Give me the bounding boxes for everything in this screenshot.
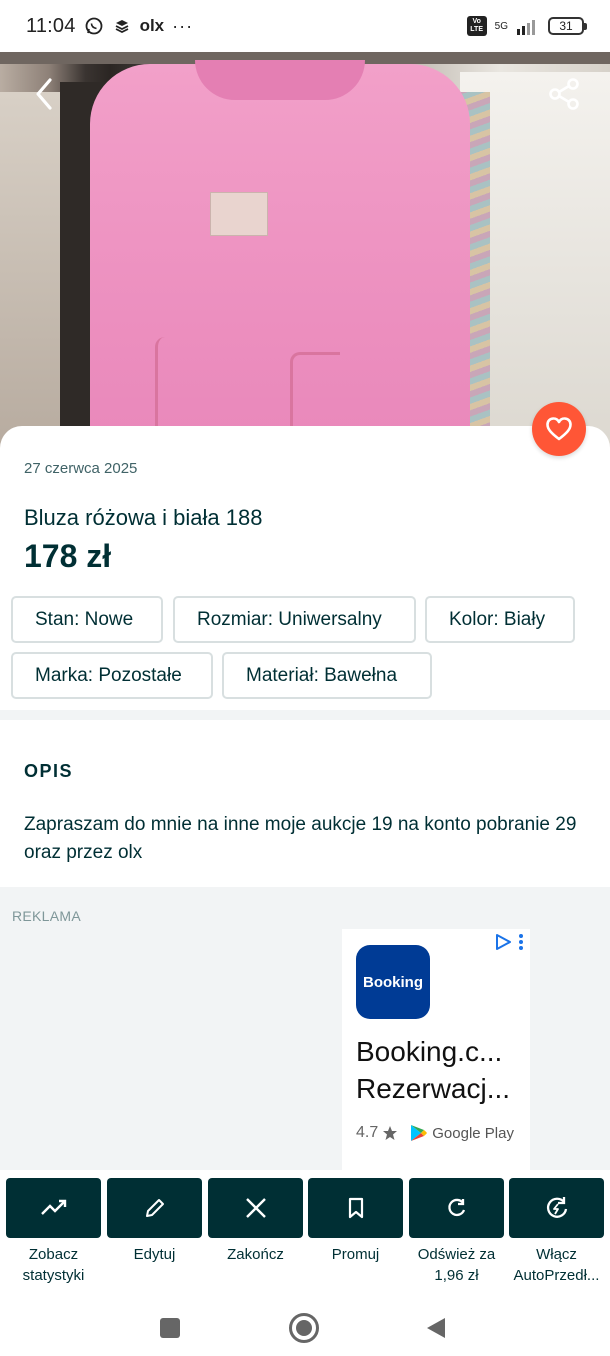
promote-label: Promuj bbox=[331, 1246, 380, 1263]
refresh-button[interactable] bbox=[409, 1178, 504, 1238]
auto-renew-action[interactable]: Włącz AutoPrzedł... bbox=[509, 1178, 604, 1286]
home-button[interactable] bbox=[282, 1306, 326, 1350]
param-chip-size: Rozmiar: Uniwersalny bbox=[173, 596, 416, 643]
auto-renew-label-line: AutoPrzedł... bbox=[513, 1267, 600, 1284]
ad-section: REKLAMA Booking Booking.c... Rezerwacj..… bbox=[0, 887, 610, 1177]
adchoices-play-icon[interactable] bbox=[494, 933, 512, 951]
edit-button[interactable] bbox=[107, 1178, 202, 1238]
share-button[interactable] bbox=[544, 74, 584, 114]
system-nav-bar bbox=[0, 1300, 610, 1356]
param-chip-condition: Stan: Nowe bbox=[11, 596, 163, 643]
param-chip-brand: Marka: Pozostałe bbox=[11, 652, 213, 699]
star-icon bbox=[383, 1126, 398, 1140]
ad-title-line: Booking.c... bbox=[356, 1036, 503, 1067]
ad-store-name: Google Play bbox=[432, 1124, 514, 1142]
listing-price: 178 zł bbox=[24, 538, 112, 574]
close-icon bbox=[245, 1198, 266, 1218]
refresh-label: Odśwież za 1,96 zł bbox=[409, 1244, 504, 1286]
recents-button[interactable] bbox=[148, 1306, 192, 1350]
finish-label: Zakończ bbox=[227, 1246, 284, 1263]
trending-up-icon bbox=[40, 1199, 66, 1215]
network-type: 5G bbox=[494, 20, 508, 32]
auto-renew-button[interactable] bbox=[509, 1178, 604, 1238]
google-play-icon bbox=[411, 1125, 427, 1141]
back-button[interactable] bbox=[24, 74, 64, 114]
ad-rating: 4.7 Google Play bbox=[356, 1123, 514, 1143]
photo-sweater-patch bbox=[210, 192, 268, 236]
volte-icon: Vo LTE bbox=[466, 16, 487, 36]
photo-sweater bbox=[90, 64, 470, 452]
square-icon bbox=[160, 1318, 180, 1338]
favorite-button[interactable] bbox=[532, 402, 586, 456]
listing-date: 27 czerwca 2025 bbox=[24, 460, 138, 477]
promote-action[interactable]: Promuj bbox=[308, 1178, 403, 1265]
pencil-icon bbox=[145, 1199, 164, 1217]
ad-title[interactable]: Booking.c... Rezerwacj... bbox=[356, 1033, 526, 1107]
more-dots-icon: ··· bbox=[172, 15, 194, 36]
triangle-back-icon bbox=[427, 1318, 445, 1338]
param-chip-color: Kolor: Biały bbox=[425, 596, 575, 643]
share-icon bbox=[549, 78, 579, 110]
ad-label: REKLAMA bbox=[12, 908, 82, 924]
ad-rating-value: 4.7 bbox=[356, 1124, 379, 1141]
home-circle-icon bbox=[289, 1313, 319, 1343]
auto-renew-label-line: Włącz bbox=[536, 1246, 577, 1263]
ad-menu-dots-icon[interactable] bbox=[518, 933, 524, 951]
status-notification-icons: olx ··· bbox=[84, 16, 194, 37]
status-bar: 11:04 olx ··· Vo LTE 5G 31 bbox=[0, 0, 610, 52]
stats-label: Zobacz statystyki bbox=[6, 1244, 101, 1286]
auto-refresh-icon bbox=[546, 1197, 567, 1218]
finish-action[interactable]: Zakończ bbox=[208, 1178, 303, 1265]
stats-label-line: Zobacz bbox=[28, 1246, 79, 1263]
listing-actions-bar: Zobacz statystyki Edytuj Zakończ Promuj … bbox=[0, 1170, 610, 1300]
whatsapp-icon bbox=[85, 17, 102, 35]
stats-action[interactable]: Zobacz statystyki bbox=[6, 1178, 101, 1286]
edit-label: Edytuj bbox=[133, 1246, 176, 1263]
battery-icon: 31 bbox=[548, 17, 587, 35]
status-time: 11:04 bbox=[26, 14, 76, 37]
stats-button[interactable] bbox=[6, 1178, 101, 1238]
refresh-icon bbox=[447, 1198, 465, 1217]
promote-button[interactable] bbox=[308, 1178, 403, 1238]
photo-sweater-collar bbox=[195, 60, 365, 100]
refresh-label-line: Odśwież za bbox=[417, 1246, 496, 1263]
auto-renew-label: Włącz AutoPrzedł... bbox=[509, 1244, 604, 1286]
layers-icon bbox=[115, 20, 128, 34]
signal-icon bbox=[517, 20, 535, 35]
ad-title-line: Rezerwacj... bbox=[356, 1073, 511, 1104]
status-system-icons: Vo LTE 5G 31 bbox=[466, 16, 587, 36]
description-text: Zapraszam do mnie na inne moje aukcje 19… bbox=[24, 814, 577, 863]
bookmark-icon bbox=[348, 1197, 363, 1219]
booking-app-icon[interactable]: Booking bbox=[356, 945, 430, 1019]
finish-button[interactable] bbox=[208, 1178, 303, 1238]
refresh-label-line: 1,96 zł bbox=[434, 1267, 479, 1284]
chevron-left-icon bbox=[36, 78, 52, 110]
ad-card[interactable]: Booking Booking.c... Rezerwacj... 4.7 Go… bbox=[342, 929, 530, 1177]
back-nav-button[interactable] bbox=[414, 1306, 458, 1350]
heart-icon bbox=[546, 417, 572, 441]
olx-icon: olx bbox=[139, 16, 165, 35]
refresh-action[interactable]: Odśwież za 1,96 zł bbox=[409, 1178, 504, 1286]
section-divider bbox=[0, 710, 610, 720]
stats-label-line: statystyki bbox=[22, 1267, 85, 1284]
edit-action[interactable]: Edytuj bbox=[107, 1178, 202, 1265]
param-chip-material: Materiał: Bawełna bbox=[222, 652, 432, 699]
description-heading: OPIS bbox=[24, 761, 74, 781]
photo-sweater-pocket bbox=[155, 337, 195, 437]
listing-photo[interactable] bbox=[0, 52, 610, 452]
listing-title: Bluza różowa i biała 188 bbox=[24, 505, 263, 530]
ad-choices[interactable] bbox=[494, 933, 524, 951]
